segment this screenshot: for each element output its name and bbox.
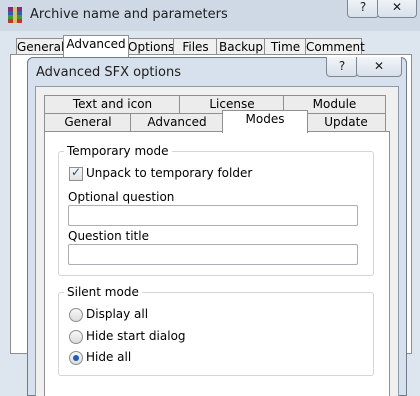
- question-title-label: Question title: [68, 229, 149, 243]
- inner-close-button[interactable]: ✕: [356, 57, 402, 77]
- hide-all-label[interactable]: Hide all: [86, 350, 131, 364]
- question-title-input[interactable]: [68, 244, 358, 265]
- inner-tab-update[interactable]: Update: [306, 113, 386, 132]
- inner-tab-general[interactable]: General: [44, 113, 132, 132]
- inner-tab-modes[interactable]: Modes: [222, 110, 308, 133]
- inner-tab-text-and-icon[interactable]: Text and icon: [44, 95, 181, 114]
- optional-question-input[interactable]: [68, 205, 358, 226]
- hide-start-dialog-label[interactable]: Hide start dialog: [86, 329, 186, 343]
- inner-dialog-title: Advanced SFX options: [36, 65, 181, 80]
- display-all-label[interactable]: Display all: [86, 307, 148, 321]
- temporary-mode-legend: Temporary mode: [64, 144, 172, 158]
- outer-tab-strip: General Advanced Options Files Backup Ti…: [0, 35, 420, 57]
- unpack-temp-label[interactable]: Unpack to temporary folder: [86, 166, 252, 180]
- outer-close-button[interactable]: ✕: [377, 0, 417, 18]
- silent-mode-legend: Silent mode: [64, 285, 142, 299]
- radio-hide-start-dialog[interactable]: [69, 330, 83, 344]
- outer-tab-advanced[interactable]: Advanced: [63, 35, 129, 57]
- radio-display-all[interactable]: [69, 308, 83, 322]
- outer-dialog-title: Archive name and parameters: [30, 7, 228, 22]
- winrar-archive-icon: [8, 7, 22, 23]
- outer-title-bar: Archive name and parameters ? ✕: [0, 0, 420, 31]
- unpack-temp-checkbox[interactable]: [69, 165, 83, 181]
- inner-tab-advanced[interactable]: Advanced: [130, 113, 224, 132]
- optional-question-label: Optional question: [68, 190, 175, 204]
- radio-hide-all[interactable]: [69, 351, 83, 365]
- inner-help-button[interactable]: ?: [326, 57, 358, 77]
- outer-help-button[interactable]: ?: [347, 0, 379, 18]
